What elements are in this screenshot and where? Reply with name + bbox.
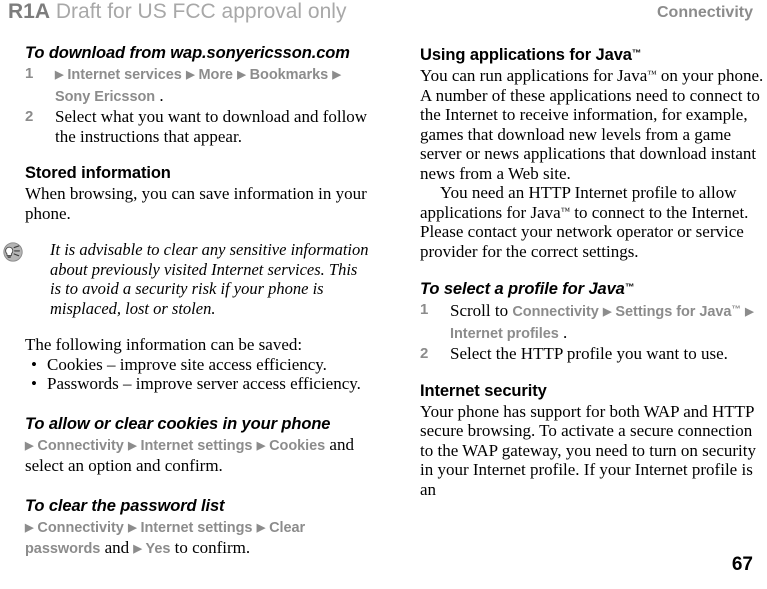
menu-arrow-icon: ▶ bbox=[603, 306, 612, 318]
chapter-title: Connectivity bbox=[656, 4, 753, 21]
body-text-run: Select the HTTP profile you want to use. bbox=[450, 344, 728, 363]
page-body: To download from wap.sonyericsson.com 1 … bbox=[0, 44, 767, 557]
menu-arrow-icon: ▶ bbox=[186, 69, 195, 81]
list-item: • Cookies – improve site access efficien… bbox=[25, 355, 370, 375]
step-number: 1 bbox=[25, 65, 34, 82]
trademark-symbol: ™ bbox=[647, 70, 657, 80]
menu-path-label: More bbox=[198, 67, 233, 83]
heading-text: To select a profile for Java bbox=[420, 280, 625, 298]
step-number: 2 bbox=[420, 345, 429, 362]
paragraph-segment: You can run applications for Java bbox=[420, 66, 648, 85]
download-steps-list: 1 ▶ Internet services ▶ More ▶ Bookmarks… bbox=[25, 64, 370, 146]
select-profile-steps-list: 1 Scroll to Connectivity ▶ Settings for … bbox=[420, 300, 765, 364]
menu-arrow-icon: ▶ bbox=[25, 521, 34, 534]
cookies-procedure-text: ▶ Connectivity ▶ Internet settings ▶ Coo… bbox=[25, 435, 370, 476]
menu-path-label: Cookies bbox=[269, 437, 326, 454]
heading-to-allow-or-clear-cookies: To allow or clear cookies in your phone bbox=[25, 414, 331, 433]
menu-arrow-icon: ▶ bbox=[128, 521, 137, 534]
menu-path-label: Connectivity bbox=[512, 304, 599, 320]
draft-watermark: R1A Draft for US FCC approval only bbox=[8, 0, 346, 24]
menu-arrow-icon: ▶ bbox=[256, 439, 266, 452]
body-text-run: . bbox=[562, 322, 568, 342]
list-item: 2 Select what you want to download and f… bbox=[25, 107, 370, 146]
java-profile-paragraph: You need an HTTP Internet profile to all… bbox=[420, 183, 765, 261]
list-item: 1 ▶ Internet services ▶ More ▶ Bookmarks… bbox=[25, 64, 370, 107]
trademark-symbol: ™ bbox=[631, 48, 642, 59]
body-text-run: . bbox=[159, 85, 164, 105]
bullet-icon: • bbox=[31, 354, 37, 374]
step-text: Select what you want to download and fol… bbox=[55, 107, 367, 146]
menu-arrow-icon: ▶ bbox=[25, 439, 34, 452]
step-text: ▶ Internet services ▶ More ▶ Bookmarks ▶… bbox=[55, 64, 341, 105]
menu-arrow-icon: ▶ bbox=[256, 521, 266, 534]
menu-path-label: Internet profiles bbox=[450, 325, 559, 342]
java-intro-paragraph: You can run applications for Java™ on yo… bbox=[420, 66, 765, 183]
lightbulb-tip-icon bbox=[3, 242, 23, 262]
menu-path-label: Internet services bbox=[67, 67, 182, 83]
tip-note-block: It is advisable to clear any sensitive i… bbox=[3, 240, 370, 318]
body-text-run: and bbox=[104, 538, 134, 557]
menu-path-label: Settings for Java™ bbox=[615, 304, 741, 320]
list-item-label: Cookies – improve site access efficiency… bbox=[47, 354, 327, 374]
password-list-procedure-text: ▶ Connectivity ▶ Internet settings ▶ Cle… bbox=[25, 517, 370, 560]
tip-note-text: It is advisable to clear any sensitive i… bbox=[50, 240, 369, 318]
heading-to-select-a-profile-for-java: To select a profile for Java™ bbox=[420, 278, 765, 299]
menu-path-label: Yes bbox=[145, 541, 171, 557]
menu-arrow-icon: ▶ bbox=[332, 69, 341, 81]
menu-path-label: Internet settings bbox=[140, 519, 253, 536]
step-number: 2 bbox=[25, 108, 34, 125]
list-item: • Passwords – improve server access effi… bbox=[25, 374, 370, 394]
step-number: 1 bbox=[420, 301, 429, 318]
body-text-run: Scroll to bbox=[450, 301, 513, 320]
step-text: Scroll to Connectivity ▶ Settings for Ja… bbox=[450, 301, 754, 342]
internet-security-paragraph: Your phone has support for both WAP and … bbox=[420, 401, 756, 499]
menu-arrow-icon: ▶ bbox=[745, 306, 754, 318]
saved-information-intro: The following information can be saved: bbox=[25, 335, 303, 354]
revision-label: R1A bbox=[8, 0, 51, 23]
page-number: 67 bbox=[731, 554, 753, 575]
stored-information-paragraph: When browsing, you can save information … bbox=[25, 184, 367, 223]
heading-using-applications-for-java: Using applications for Java™ bbox=[420, 44, 765, 65]
right-column: Using applications for Java™ You can run… bbox=[420, 44, 765, 499]
heading-stored-information: Stored information bbox=[25, 164, 171, 182]
list-item: 1 Scroll to Connectivity ▶ Settings for … bbox=[420, 300, 765, 344]
body-text-run: Select what you want to download and fol… bbox=[55, 107, 368, 146]
heading-text: Using applications for Java bbox=[420, 46, 632, 64]
list-item: 2 Select the HTTP profile you want to us… bbox=[420, 344, 765, 364]
menu-path-label: Bookmarks bbox=[249, 67, 329, 83]
page-header: R1A Draft for US FCC approval only Conne… bbox=[0, 0, 767, 26]
trademark-symbol: ™ bbox=[624, 282, 635, 293]
body-text-run: to confirm. bbox=[174, 538, 251, 557]
menu-path-label: Connectivity bbox=[37, 437, 124, 454]
menu-arrow-icon: ▶ bbox=[133, 543, 142, 555]
saved-information-list: • Cookies – improve site access efficien… bbox=[25, 355, 370, 394]
bullet-icon: • bbox=[31, 374, 37, 393]
menu-arrow-icon: ▶ bbox=[237, 69, 246, 81]
trademark-symbol: ™ bbox=[560, 206, 570, 217]
left-column: To download from wap.sonyericsson.com 1 … bbox=[3, 44, 370, 560]
menu-arrow-icon: ▶ bbox=[128, 439, 137, 452]
draft-notice-label: Draft for US FCC approval only bbox=[55, 0, 347, 23]
menu-path-label: Connectivity bbox=[37, 519, 124, 536]
heading-internet-security: Internet security bbox=[420, 381, 547, 400]
step-text: Select the HTTP profile you want to use. bbox=[450, 344, 728, 363]
trademark-symbol: ™ bbox=[731, 304, 741, 315]
menu-path-label: Sony Ericsson bbox=[55, 88, 156, 105]
heading-to-download-from-wap: To download from wap.sonyericsson.com bbox=[25, 44, 350, 62]
list-item-label: Passwords – improve server access effici… bbox=[47, 374, 361, 393]
heading-to-clear-the-password-list: To clear the password list bbox=[25, 496, 225, 515]
menu-arrow-icon: ▶ bbox=[55, 69, 64, 81]
menu-path-label: Internet settings bbox=[140, 437, 253, 454]
